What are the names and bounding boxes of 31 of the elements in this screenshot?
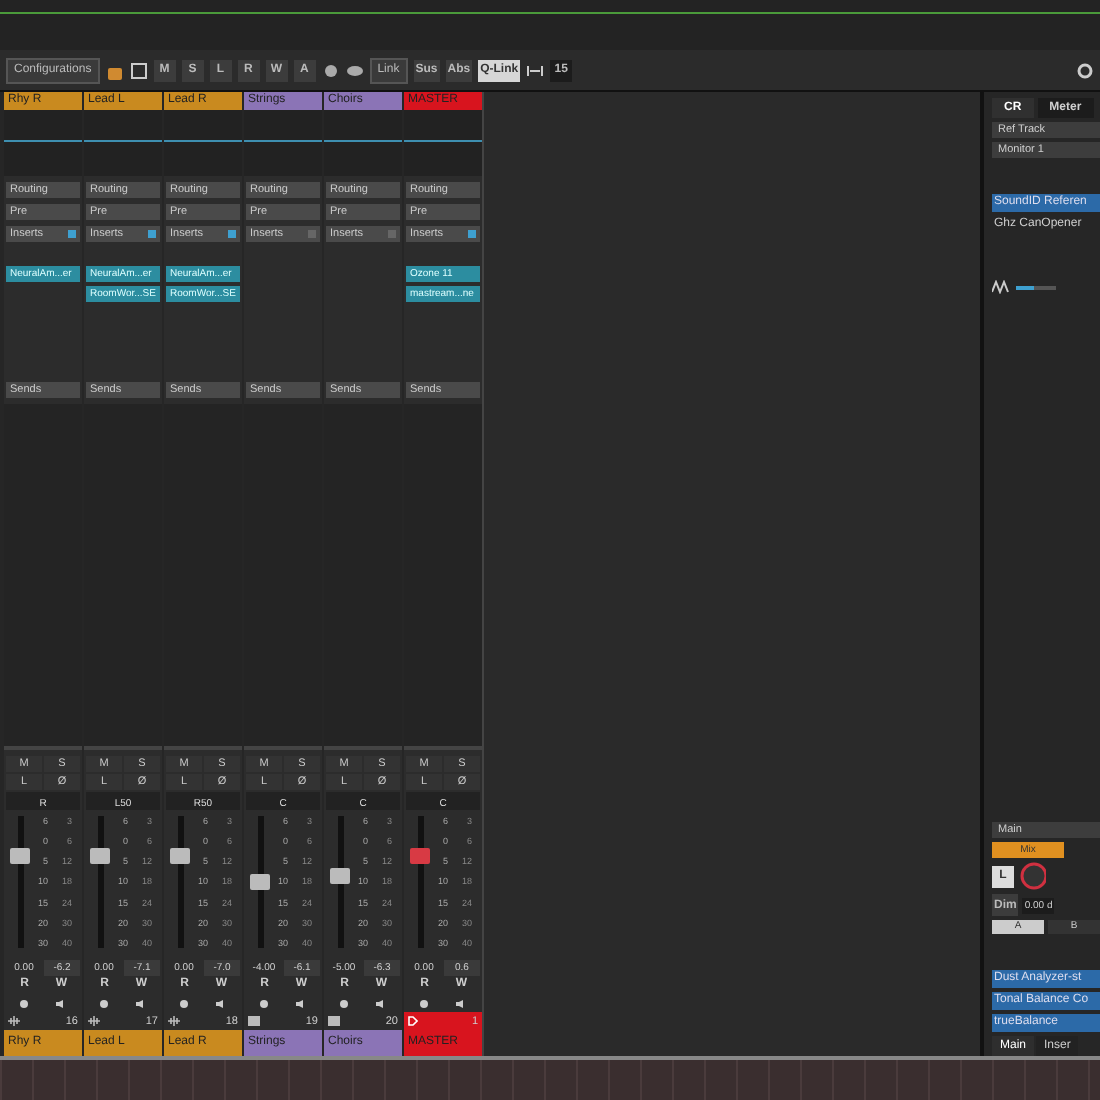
record-dot-icon[interactable] (180, 1000, 188, 1008)
inserts-toggle[interactable] (68, 230, 76, 238)
fader-handle[interactable] (330, 868, 350, 885)
inserts-toggle[interactable] (148, 230, 156, 238)
width-icon[interactable] (526, 61, 545, 79)
record-dot-icon[interactable] (340, 1000, 348, 1008)
inserts-toggle[interactable] (468, 230, 476, 238)
speaker-icon[interactable] (456, 1000, 466, 1008)
record-dot-icon[interactable] (420, 1000, 428, 1008)
record-dot-icon[interactable] (20, 1000, 28, 1008)
waveform-icon (88, 1016, 100, 1026)
waveform-icon (168, 1016, 180, 1026)
wave-icon (992, 280, 1010, 294)
speaker-icon[interactable] (296, 1000, 306, 1008)
fader-handle[interactable] (250, 874, 270, 890)
record-dot-icon[interactable] (100, 1000, 108, 1008)
waveform-icon (8, 1016, 20, 1026)
speaker-icon[interactable] (216, 1000, 226, 1008)
fader-handle[interactable] (10, 848, 30, 865)
fader-handle[interactable] (410, 848, 430, 865)
speaker-icon[interactable] (56, 1000, 66, 1008)
inserts-toggle[interactable] (228, 230, 236, 238)
volume-knob[interactable] (1018, 862, 1046, 890)
speaker-icon[interactable] (136, 1000, 146, 1008)
record-dot-icon[interactable] (260, 1000, 268, 1008)
fader-handle[interactable] (90, 848, 110, 865)
output-icon (408, 1016, 418, 1026)
window-icon[interactable] (129, 61, 148, 79)
fader-handle[interactable] (170, 848, 190, 865)
settings-icon[interactable] (1076, 61, 1094, 79)
speaker-icon[interactable] (376, 1000, 386, 1008)
